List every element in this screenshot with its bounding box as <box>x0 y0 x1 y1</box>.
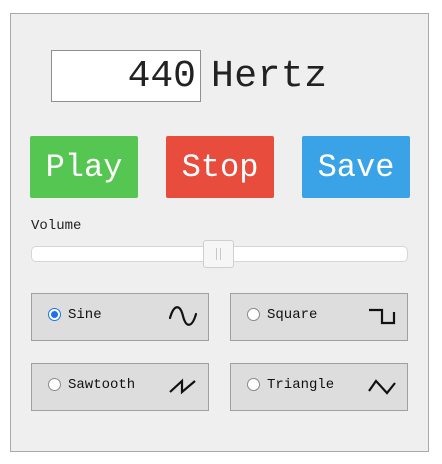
sine-radio[interactable] <box>48 308 61 321</box>
play-button[interactable]: Play <box>30 136 138 198</box>
stop-button[interactable]: Stop <box>166 136 274 198</box>
synth-panel: Hertz Play Stop Save Volume Sine Square … <box>10 13 429 452</box>
frequency-row: Hertz <box>51 50 328 102</box>
volume-slider-thumb[interactable] <box>203 240 234 268</box>
waveform-option-square[interactable]: Square <box>230 293 408 341</box>
square-radio[interactable] <box>247 308 260 321</box>
frequency-input[interactable] <box>51 50 201 102</box>
waveform-label-square: Square <box>267 307 318 323</box>
sawtooth-wave-icon <box>169 378 196 395</box>
save-button[interactable]: Save <box>302 136 410 198</box>
sine-wave-icon <box>168 306 198 326</box>
frequency-unit-label: Hertz <box>211 54 328 98</box>
grip-icon <box>216 248 221 260</box>
triangle-wave-icon <box>368 379 396 395</box>
waveform-option-sawtooth[interactable]: Sawtooth <box>31 363 209 411</box>
waveform-option-triangle[interactable]: Triangle <box>230 363 408 411</box>
volume-label: Volume <box>31 218 82 234</box>
waveform-label-sine: Sine <box>68 307 102 323</box>
waveform-option-sine[interactable]: Sine <box>31 293 209 341</box>
waveform-label-sawtooth: Sawtooth <box>68 377 136 393</box>
square-wave-icon <box>369 308 396 325</box>
sawtooth-radio[interactable] <box>48 378 61 391</box>
triangle-radio[interactable] <box>247 378 260 391</box>
waveform-label-triangle: Triangle <box>267 377 335 393</box>
